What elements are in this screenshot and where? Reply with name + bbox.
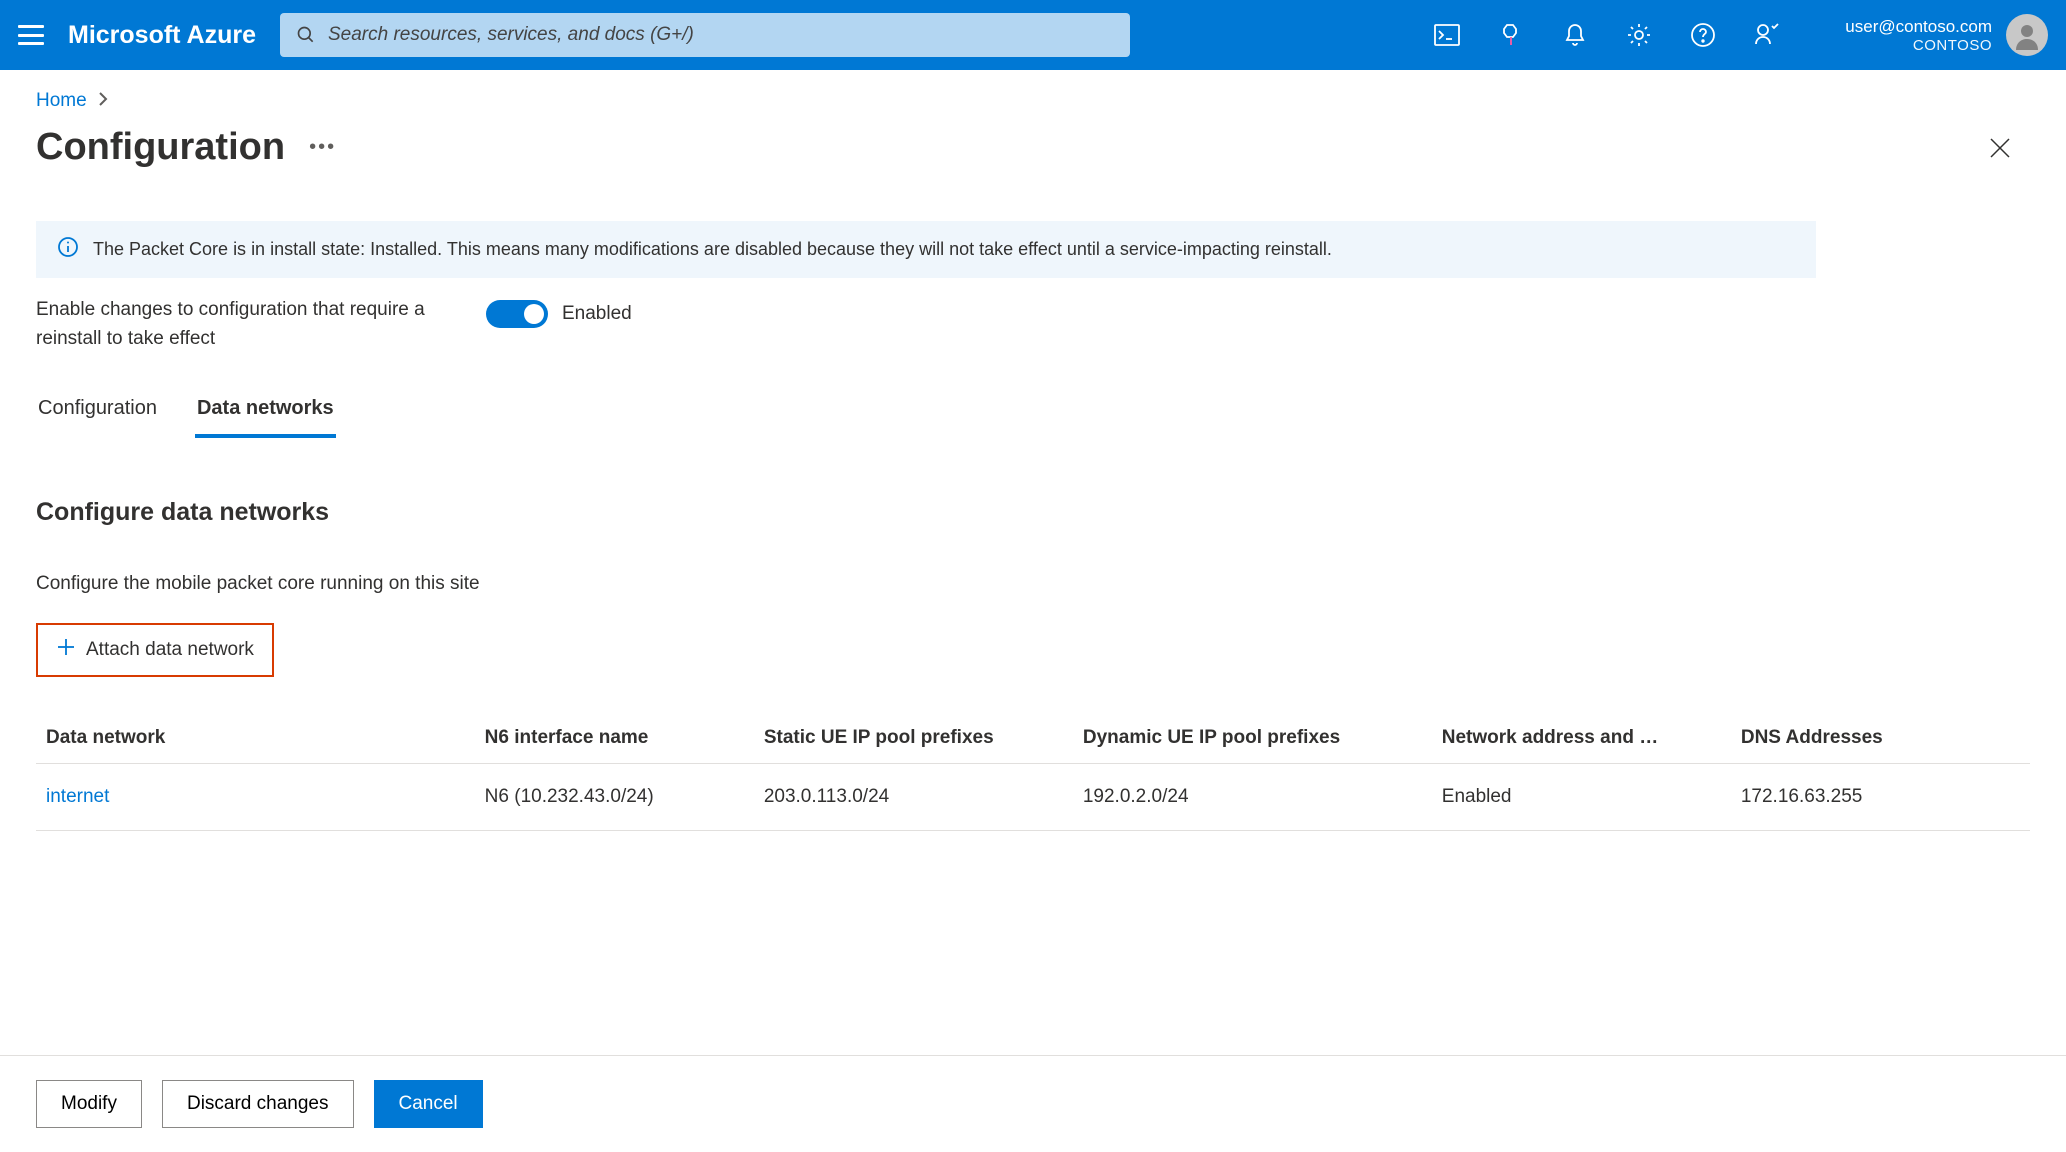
attach-data-network-button[interactable]: Attach data network — [36, 623, 274, 677]
account-menu[interactable]: user@contoso.com CONTOSO — [1845, 14, 2048, 56]
close-blade-button[interactable] — [1980, 128, 2020, 168]
cell-static: 203.0.113.0/24 — [754, 764, 1073, 831]
section-title: Configure data networks — [36, 498, 2030, 527]
cell-nat: Enabled — [1432, 764, 1731, 831]
col-data-network[interactable]: Data network — [36, 713, 475, 764]
cell-dynamic: 192.0.2.0/24 — [1073, 764, 1432, 831]
tab-data-networks[interactable]: Data networks — [195, 389, 336, 438]
cancel-button[interactable]: Cancel — [374, 1080, 483, 1128]
account-directory: CONTOSO — [1845, 37, 1992, 54]
data-network-link[interactable]: internet — [36, 764, 475, 831]
col-static[interactable]: Static UE IP pool prefixes — [754, 713, 1073, 764]
copilot-icon[interactable] — [1497, 21, 1525, 49]
info-banner: The Packet Core is in install state: Ins… — [36, 221, 1816, 278]
more-actions-icon[interactable]: ••• — [309, 136, 336, 159]
search-icon — [296, 25, 316, 45]
topbar-icons — [1433, 21, 1781, 49]
footer-actions: Modify Discard changes Cancel — [0, 1055, 2066, 1152]
feedback-icon[interactable] — [1753, 21, 1781, 49]
account-email: user@contoso.com — [1845, 17, 1992, 37]
search-placeholder: Search resources, services, and docs (G+… — [328, 24, 694, 46]
info-icon — [57, 236, 79, 263]
chevron-right-icon — [97, 90, 109, 112]
tabs: Configuration Data networks — [36, 389, 2030, 438]
table-row: internet N6 (10.232.43.0/24) 203.0.113.0… — [36, 764, 2030, 831]
brand[interactable]: Microsoft Azure — [68, 21, 256, 50]
help-icon[interactable] — [1689, 21, 1717, 49]
avatar — [2006, 14, 2048, 56]
plus-icon — [56, 637, 76, 663]
breadcrumb-home[interactable]: Home — [36, 90, 87, 112]
page-title: Configuration — [36, 126, 285, 169]
cloud-shell-icon[interactable] — [1433, 21, 1461, 49]
toggle-label: Enable changes to configuration that req… — [36, 296, 486, 353]
col-dns[interactable]: DNS Addresses — [1731, 713, 2030, 764]
modify-button[interactable]: Modify — [36, 1080, 142, 1128]
section-description: Configure the mobile packet core running… — [36, 573, 2030, 595]
col-n6[interactable]: N6 interface name — [475, 713, 754, 764]
attach-data-network-label: Attach data network — [86, 639, 254, 661]
notifications-icon[interactable] — [1561, 21, 1589, 49]
discard-changes-button[interactable]: Discard changes — [162, 1080, 354, 1128]
toggle-state-text: Enabled — [562, 303, 632, 325]
cell-n6: N6 (10.232.43.0/24) — [475, 764, 754, 831]
hamburger-menu-icon[interactable] — [18, 25, 44, 45]
global-search[interactable]: Search resources, services, and docs (G+… — [280, 13, 1130, 57]
cell-dns: 172.16.63.255 — [1731, 764, 2030, 831]
settings-icon[interactable] — [1625, 21, 1653, 49]
tab-configuration[interactable]: Configuration — [36, 389, 159, 438]
col-nat[interactable]: Network address and … — [1432, 713, 1731, 764]
data-networks-table: Data network N6 interface name Static UE… — [36, 713, 2030, 831]
breadcrumb: Home — [36, 90, 2030, 112]
info-banner-text: The Packet Core is in install state: Ins… — [93, 239, 1332, 260]
enable-changes-toggle[interactable] — [486, 300, 548, 328]
col-dynamic[interactable]: Dynamic UE IP pool prefixes — [1073, 713, 1432, 764]
topbar: Microsoft Azure Search resources, servic… — [0, 0, 2066, 70]
